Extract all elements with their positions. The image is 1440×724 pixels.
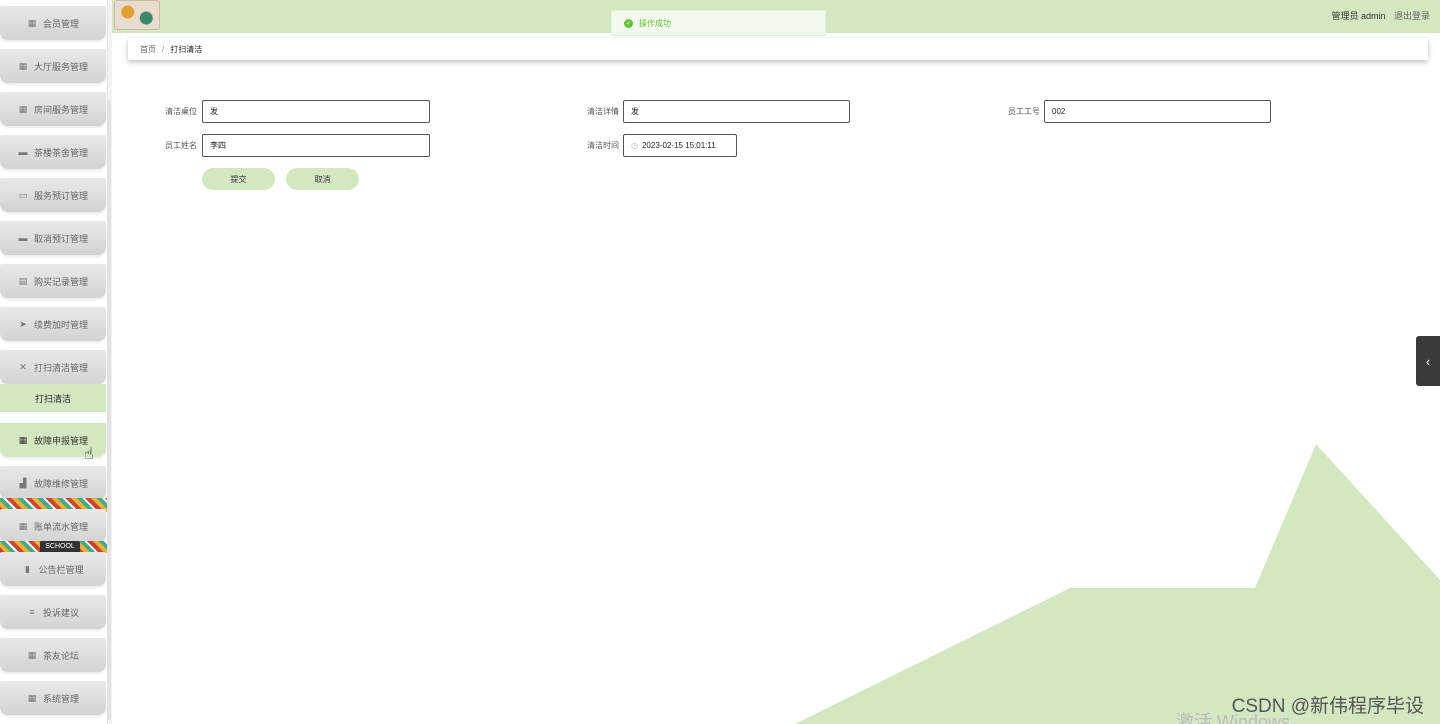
field-label-employee-id: 员工工号 [1008,107,1040,116]
sidebar-item-room-service[interactable]: ▦ 房间服务管理 [0,92,106,126]
thumbs-up-icon: ▟ [19,477,27,488]
grid-icon: ▦ [18,434,28,445]
sidebar-item-cancel-booking[interactable]: ▬ 取消预订管理 [0,221,106,255]
grid-dense-icon: ▦ [18,520,28,531]
sidebar-item-teahouse[interactable]: ▬ 茶楼茶舍管理 [0,135,106,169]
toast-message: 操作成功 [639,18,671,28]
table-input[interactable]: 发 [202,100,430,123]
sidebar-item-renewal[interactable]: ➤ 续费加时管理 [0,307,106,341]
success-toast: ✓ 操作成功 [611,10,826,36]
user-area: 管理员 admin 退出登录 [1331,9,1430,22]
field-label-details: 清洁详情 [587,107,619,116]
monitor-icon: ▬ [18,233,28,243]
print-icon: ▭ [18,189,28,200]
employee-id-input[interactable]: 002 [1044,100,1271,123]
field-label-table: 清洁桌位 [165,107,197,116]
chevron-left-icon: ‹ [1425,353,1431,369]
breadcrumb-separator: / [162,44,165,54]
ticket-icon: ✕ [19,361,27,372]
csdn-watermark: CSDN @新伟程序毕设 [1231,696,1424,717]
employee-name-input[interactable]: 李四 [202,134,430,157]
logout-link[interactable]: 退出登录 [1394,11,1430,21]
cancel-button[interactable]: 取消 [286,168,359,190]
field-label-employee-name: 员工姓名 [165,141,197,150]
collapse-panel-button[interactable]: ‹ [1416,336,1440,386]
bar-chart-icon: ▮ [25,563,30,574]
sidebar-scrollbar-thumb[interactable] [107,100,111,720]
sidebar-item-booking[interactable]: ▭ 服务预订管理 [0,178,106,212]
submenu-item-cleaning[interactable]: 打扫清洁 [0,384,106,412]
details-input[interactable]: 发 [623,100,850,123]
submit-button[interactable]: 提交 [202,168,275,190]
grid-icon: ▦ [27,649,37,660]
grid-icon: ▦ [18,60,28,71]
hand-cursor-icon: ☝ [84,446,94,463]
clock-icon: ◷ [631,141,638,150]
plane-icon: ➤ [19,318,27,329]
sidebar-item-fault-repair[interactable]: ▟ 故障维修管理 [0,466,106,500]
sidebar-item-forum[interactable]: ▦ 茶友论坛 [0,638,106,672]
breadcrumb-home[interactable]: 首页 [140,44,156,55]
breadcrumb: 首页 / 打扫清洁 [128,38,1428,60]
app-root: 管理员 admin 退出登录 ✓ 操作成功 首页 / 打扫清洁 ▦ 会员管理 ▦ 大… [0,0,1440,724]
check-circle-icon: ✓ [624,18,633,28]
field-label-clean-time: 清洁时间 [587,141,619,150]
sidebar-item-hall-service[interactable]: ▦ 大厅服务管理 [0,49,106,83]
sidebar-item-complaints[interactable]: ≡ 投诉建议 [0,595,106,629]
sidebar-item-system[interactable]: ▦ 系统管理 [0,681,106,715]
sidebar-item-notice-board[interactable]: ▮ 公告栏管理 [0,552,106,586]
sidebar-item-purchase-records[interactable]: ▤ 购买记录管理 [0,264,106,298]
clipboard-icon: ▤ [18,275,28,286]
list-icon: ≡ [29,607,35,617]
sidebar: ▦ 会员管理 ▦ 大厅服务管理 ▦ 房间服务管理 ▬ 茶楼茶舍管理 ▭ 服务预订管理 ▬ 取… [0,0,112,724]
grid-icon: ▦ [27,692,37,703]
clean-time-value: 2023-02-15 15:01:11 [641,141,716,150]
sidebar-item-members[interactable]: ▦ 会员管理 [0,6,106,40]
breadcrumb-current: 打扫清洁 [170,44,203,54]
comment-icon: ▬ [18,147,28,157]
grid-icon: ▦ [18,103,28,114]
grid-icon: ▦ [27,17,37,28]
clean-time-picker[interactable]: ◷ 2023-02-15 15:01:11 [623,134,737,157]
sidebar-item-cleaning[interactable]: ✕ 打扫清洁管理 [0,350,106,384]
admin-label: 管理员 admin [1331,11,1386,21]
logo [114,0,160,30]
sidebar-item-billing[interactable]: ▦ 账单流水管理 [0,509,106,543]
